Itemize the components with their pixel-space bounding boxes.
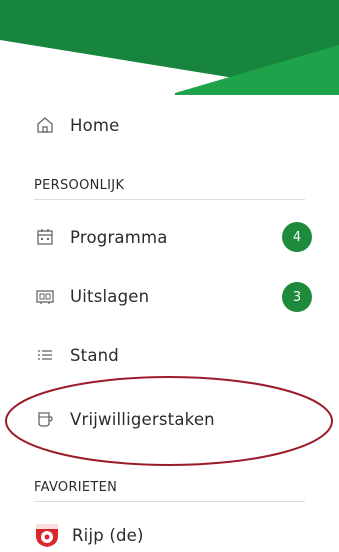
nav-stand-label: Stand: [70, 345, 119, 365]
nav-vrijwilligerstaken-label: Vrijwilligerstaken: [70, 409, 215, 429]
nav-home-label: Home: [70, 115, 120, 135]
section-title: PERSOONLIJK: [34, 178, 125, 193]
calendar-icon: [34, 226, 56, 248]
nav-favorite-rijp-label: Rijp (de): [72, 525, 144, 545]
section-persoonlijk: PERSOONLIJK: [34, 178, 305, 200]
section-title: FAVORIETEN: [34, 480, 118, 495]
nav-programma[interactable]: Programma: [34, 221, 168, 253]
nav-uitslagen[interactable]: Uitslagen: [34, 280, 149, 312]
club-logo-icon: [34, 522, 60, 548]
nav-programma-label: Programma: [70, 227, 168, 247]
home-icon: [34, 114, 56, 136]
nav-favorite-rijp[interactable]: Rijp (de): [34, 519, 144, 551]
scoreboard-icon: [34, 285, 56, 307]
cup-icon: [34, 408, 56, 430]
nav-home[interactable]: Home: [34, 109, 120, 141]
section-favorieten: FAVORIETEN: [34, 480, 305, 502]
uitslagen-count-badge: 3: [282, 282, 312, 312]
nav-stand[interactable]: Stand: [34, 339, 119, 371]
nav-uitslagen-label: Uitslagen: [70, 286, 150, 306]
nav-vrijwilligerstaken[interactable]: Vrijwilligerstaken: [34, 403, 215, 435]
header-banner: [0, 0, 339, 95]
list-icon: [34, 344, 56, 366]
programma-count-badge: 4: [282, 222, 312, 252]
